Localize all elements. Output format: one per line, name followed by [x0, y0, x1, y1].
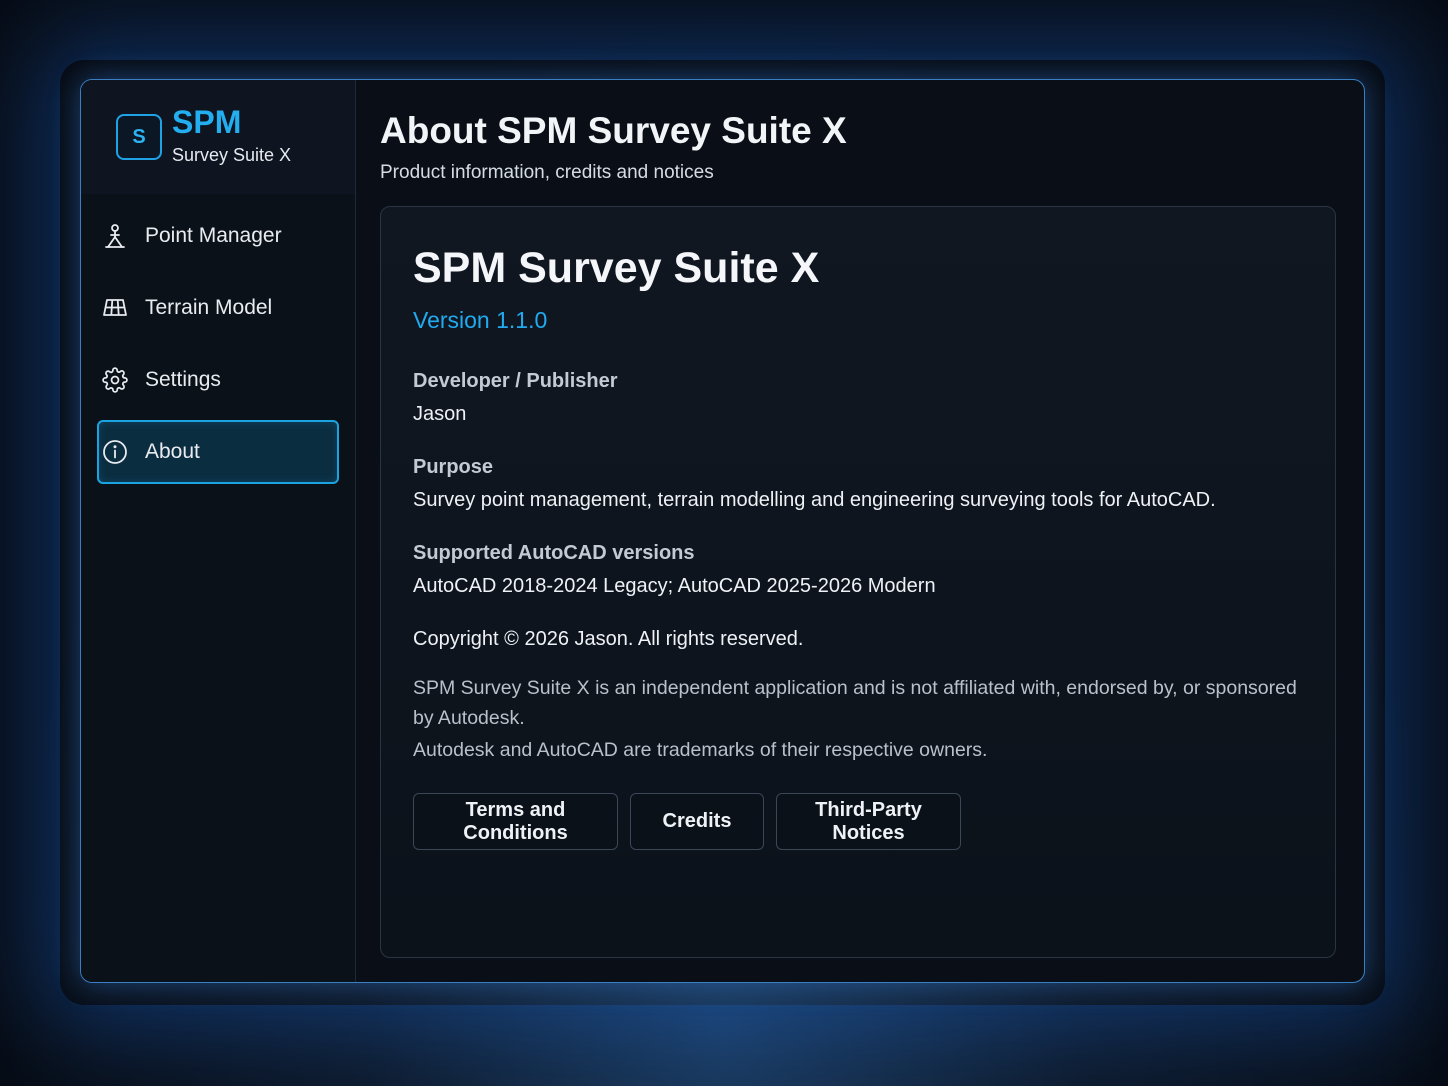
app-window: S SPM Survey Suite X Point Manager Terra… — [80, 79, 1365, 983]
purpose-value: Survey point management, terrain modelli… — [413, 489, 1216, 511]
sidebar-item-settings[interactable]: Settings — [97, 348, 339, 412]
terrain-grid-icon — [101, 294, 129, 322]
main-content: About SPM Survey Suite X Product informa… — [356, 80, 1364, 982]
terms-button[interactable]: Terms and Conditions — [413, 793, 618, 850]
supported-versions-label: Supported AutoCAD versions — [413, 542, 695, 564]
about-card: SPM Survey Suite X Version 1.1.0 Develop… — [380, 206, 1336, 958]
copyright-text: Copyright © 2026 Jason. All rights reser… — [413, 628, 804, 650]
credits-button[interactable]: Credits — [630, 793, 764, 850]
sidebar-item-label: Point Manager — [145, 224, 282, 247]
developer-label: Developer / Publisher — [413, 370, 618, 392]
disclaimer-text: SPM Survey Suite X is an independent app… — [413, 673, 1303, 765]
sidebar-item-point-manager[interactable]: Point Manager — [97, 204, 339, 268]
brand-logo-icon: S — [116, 114, 162, 160]
gear-icon — [101, 366, 129, 394]
brand-subtitle: Survey Suite X — [172, 144, 292, 165]
sidebar-item-label: Terrain Model — [145, 296, 273, 319]
brand-text: SPM Survey Suite X — [172, 105, 291, 166]
sidebar: S SPM Survey Suite X Point Manager Terra… — [81, 80, 356, 982]
version-text: Version 1.1.0 — [413, 307, 548, 333]
sidebar-item-about[interactable]: About — [97, 420, 339, 484]
info-icon — [101, 438, 129, 466]
page-title: About SPM Survey Suite X — [380, 110, 847, 151]
developer-value: Jason — [413, 403, 467, 425]
disclaimer-trademarks: Autodesk and AutoCAD are trademarks of t… — [413, 739, 988, 761]
surveyor-icon — [101, 222, 129, 250]
sidebar-item-label: About — [145, 440, 200, 463]
sidebar-item-label: Settings — [145, 368, 221, 391]
sidebar-item-terrain-model[interactable]: Terrain Model — [97, 276, 339, 340]
button-row: Terms and Conditions Credits Third-Party… — [413, 793, 1303, 850]
sidebar-nav: Point Manager Terrain Model Settings Abo… — [81, 194, 355, 484]
brand-title: SPM — [172, 103, 242, 140]
purpose-label: Purpose — [413, 456, 494, 478]
disclaimer-affiliation: SPM Survey Suite X is an independent app… — [413, 677, 1297, 729]
product-name: SPM Survey Suite X — [413, 244, 820, 292]
supported-versions-value: AutoCAD 2018-2024 Legacy; AutoCAD 2025-2… — [413, 575, 936, 597]
page-subtitle: Product information, credits and notices — [380, 162, 714, 183]
brand-header: S SPM Survey Suite X — [81, 80, 355, 194]
third-party-notices-button[interactable]: Third-Party Notices — [776, 793, 961, 850]
